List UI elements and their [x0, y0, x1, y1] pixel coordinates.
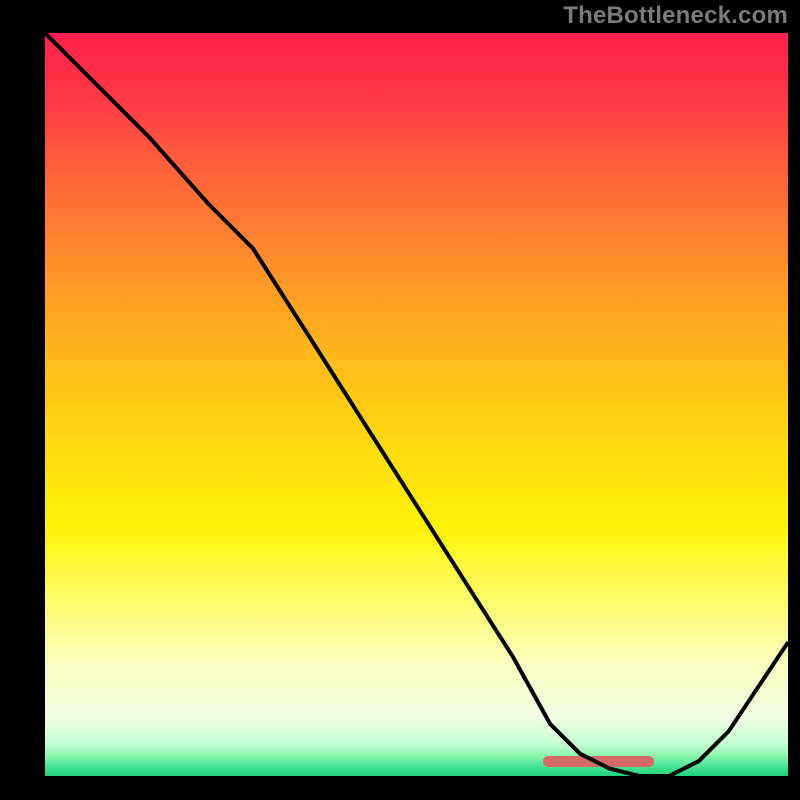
- curve-path: [45, 33, 788, 776]
- chart-container: TheBottleneck.com: [0, 0, 800, 800]
- bottleneck-curve: [45, 33, 788, 776]
- plot-area: [45, 33, 788, 776]
- watermark-text: TheBottleneck.com: [563, 2, 788, 30]
